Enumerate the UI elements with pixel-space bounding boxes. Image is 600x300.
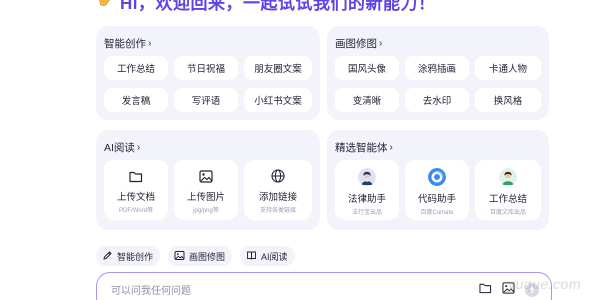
image-icon	[198, 168, 214, 184]
pill-write-comment[interactable]: 写评语	[174, 88, 238, 112]
tile-label: 工作总结	[488, 194, 527, 205]
chevron-right-icon: ›	[389, 142, 393, 153]
globe-icon	[270, 168, 286, 184]
tile-add-link[interactable]: 添加链接 支持各类链接	[244, 160, 312, 220]
chevron-right-icon: ›	[148, 38, 152, 49]
pill-doodle-illustration[interactable]: 涂鸦插画	[405, 56, 469, 80]
tile-work-summary-agent[interactable]: 工作总结 百度文库出品	[475, 160, 541, 220]
card-image-editing-title[interactable]: 画图修图 ›	[335, 36, 382, 51]
watermark: yuque.com	[508, 276, 581, 292]
chevron-right-icon: ›	[136, 142, 141, 153]
tile-upload-image[interactable]: 上传图片 jpg/png等	[174, 160, 238, 220]
card-smart-writing-title[interactable]: 智能创作 ›	[104, 36, 151, 51]
card-smart-writing: 智能创作 › 工作总结 节日祝福 朋友圈文案 发言稿 写评语 小红书文案	[96, 26, 320, 120]
tile-sublabel: PDF/Word等	[119, 208, 153, 214]
folder-icon	[128, 168, 144, 184]
worker-avatar-icon	[499, 168, 517, 186]
tile-sublabel: jpg/png等	[193, 208, 219, 214]
tile-sublabel: 百度文库出品	[489, 210, 526, 216]
pill-remove-watermark[interactable]: 去水印	[405, 88, 469, 112]
card-title-label: AI阅读	[104, 142, 135, 154]
card-ai-reading-title[interactable]: AI阅读 ›	[104, 140, 140, 155]
card-title-label: 画图修图	[335, 38, 377, 50]
tile-label: 上传文档	[116, 192, 155, 203]
chip-label: 智能创作	[117, 251, 154, 262]
pill-moments-copy[interactable]: 朋友圈文案	[244, 56, 312, 80]
chip-ai-reading[interactable]: AI阅读	[240, 246, 295, 266]
tile-label: 添加链接	[258, 192, 297, 203]
pill-speech-draft[interactable]: 发言稿	[104, 88, 168, 112]
pill-xiaohongshu-copy[interactable]: 小红书文案	[244, 88, 312, 112]
chevron-right-icon: ›	[379, 38, 383, 49]
chip-label: 画图修图	[189, 251, 226, 262]
card-title-label: 精选智能体	[335, 142, 388, 154]
tile-legal-assistant[interactable]: 法律助手 法行宝出品	[335, 160, 399, 220]
pill-cartoon-character[interactable]: 卡通人物	[475, 56, 541, 80]
tile-upload-document[interactable]: 上传文档 PDF/Word等	[104, 160, 168, 220]
tile-label: 上传图片	[186, 192, 225, 203]
card-ai-reading: AI阅读 › 上传文档 PDF/Word等 上传图片 jpg/png等 添加链接 …	[96, 130, 320, 230]
chip-smart-writing[interactable]: 智能创作	[96, 246, 161, 266]
waving-hand-icon	[96, 0, 114, 10]
chip-image-editing[interactable]: 画图修图	[168, 246, 233, 266]
book-icon	[246, 250, 257, 263]
card-title-label: 智能创作	[104, 38, 146, 50]
tile-label: 代码助手	[417, 194, 456, 205]
card-featured-agents-title[interactable]: 精选智能体 ›	[335, 140, 393, 155]
folder-upload-icon[interactable]	[479, 281, 492, 299]
picture-icon	[174, 250, 185, 263]
pill-change-style[interactable]: 换风格	[475, 88, 541, 112]
tile-sublabel: 法行宝出品	[351, 210, 382, 216]
welcome-header: Hi，欢迎回来，一起试试我们的新能力！	[96, 0, 436, 13]
tile-label: 法律助手	[347, 194, 386, 205]
pill-guofeng-avatar[interactable]: 国风头像	[335, 56, 399, 80]
code-assistant-logo-icon	[428, 168, 446, 186]
tile-sublabel: 百度Comate	[420, 210, 454, 216]
welcome-title: Hi，欢迎回来，一起试试我们的新能力！	[120, 0, 436, 13]
card-image-editing: 画图修图 › 国风头像 涂鸦插画 卡通人物 变清晰 去水印 换风格	[327, 26, 549, 120]
card-featured-agents: 精选智能体 › 法律助手 法行宝出品 代码助手 百度Comate 工作总结 百度文…	[327, 130, 549, 230]
lawyer-avatar-icon	[358, 168, 376, 186]
pill-work-summary[interactable]: 工作总结	[104, 56, 168, 80]
pen-icon	[102, 250, 113, 263]
pill-sharpen[interactable]: 变清晰	[335, 88, 399, 112]
chat-input-placeholder[interactable]: 可以问我任何问题	[111, 282, 191, 297]
pill-holiday-greeting[interactable]: 节日祝福	[174, 56, 238, 80]
chip-label: AI阅读	[261, 251, 288, 262]
tile-code-assistant[interactable]: 代码助手 百度Comate	[405, 160, 469, 220]
chat-input-box[interactable]: 可以问我任何问题	[96, 272, 552, 300]
tile-sublabel: 支持各类链接	[259, 208, 296, 214]
